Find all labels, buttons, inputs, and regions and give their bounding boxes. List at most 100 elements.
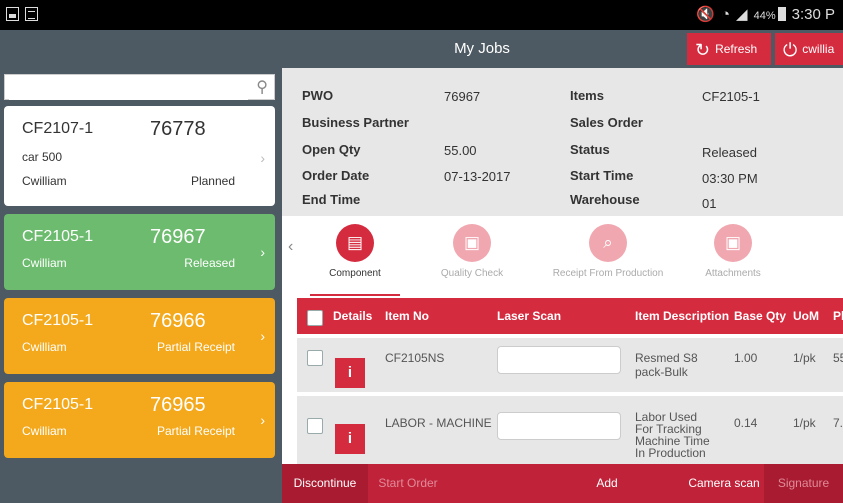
search-input[interactable] <box>9 76 248 100</box>
status-bar: 🔇 ◔ ◢ 44% 3:30 P <box>0 0 843 30</box>
tab-attachments[interactable]: ▣ Attachments <box>678 224 788 279</box>
uom: 1/pk <box>793 416 816 430</box>
item-no: LABOR - MACHINE <box>385 416 492 430</box>
info-button[interactable]: i <box>335 424 365 454</box>
sales-order-label: Sales Order <box>570 115 643 130</box>
col-laser-scan: Laser Scan <box>497 309 562 323</box>
job-number: 76778 <box>150 118 206 140</box>
end-time-label: End Time <box>302 192 361 207</box>
job-details: PWO 76967 Business Partner Open Qty 55.0… <box>282 68 843 216</box>
quality-check-icon: ▣ <box>453 224 491 262</box>
select-all-checkbox[interactable] <box>307 310 323 326</box>
job-status: Partial Receipt <box>156 340 235 354</box>
col-uom: UoM <box>793 309 819 323</box>
status-label: Status <box>570 142 610 157</box>
tab-receipt-from-production[interactable]: ⌕ Receipt From Production <box>544 224 672 279</box>
open-qty-label: Open Qty <box>302 142 361 157</box>
job-card[interactable]: CF2107-1 76778 car 500 › Cwilliam Planne… <box>4 106 275 206</box>
chevron-right-icon: › <box>260 150 265 166</box>
job-card[interactable]: CF2105-1 76965 Cwilliam Partial Receipt … <box>4 382 275 458</box>
pwo-value: 76967 <box>444 89 481 104</box>
job-list-panel: ⚲ CF2107-1 76778 car 500 › Cwilliam Plan… <box>0 68 282 464</box>
col-base-qty: Base Qty <box>734 309 787 323</box>
job-status: Planned <box>190 174 235 188</box>
job-card[interactable]: CF2105-1 76966 Cwilliam Partial Receipt … <box>4 298 275 374</box>
active-tab-indicator <box>310 294 400 296</box>
pwo-label: PWO <box>302 88 334 103</box>
job-status: Released <box>184 256 235 270</box>
table-row: i LABOR - MACHINE Labor Used For Trackin… <box>297 396 843 464</box>
uom: 1/pk <box>793 351 816 365</box>
order-date-label: Order Date <box>302 168 370 183</box>
table-row: i CF2105NS Resmed S8 pack-Bulk 1.00 1/pk… <box>297 338 843 392</box>
table-header: Details Item No Laser Scan Item Descript… <box>297 298 843 334</box>
wifi-icon: ◔ <box>720 6 731 23</box>
base-qty: 0.14 <box>734 416 758 430</box>
pl: 7. <box>833 416 843 430</box>
chevron-right-icon: › <box>260 244 265 260</box>
tab-component[interactable]: ▤ Component <box>300 224 410 279</box>
tab-label: Attachments <box>705 268 761 279</box>
user-power-button[interactable]: ⏻ cwillia <box>775 33 843 65</box>
job-number: 76967 <box>150 226 206 248</box>
job-number: 76965 <box>150 394 206 416</box>
pl: 55 <box>833 351 843 365</box>
job-code: CF2107-1 <box>22 120 94 137</box>
bottom-left-bar <box>0 464 282 503</box>
job-code: CF2105-1 <box>22 228 94 245</box>
refresh-button[interactable]: ↻ Refresh <box>687 33 771 65</box>
clock: 3:30 P <box>791 6 835 23</box>
job-number: 76966 <box>150 310 206 332</box>
tab-label: Receipt From Production <box>552 268 664 279</box>
job-code: CF2105-1 <box>22 312 94 329</box>
chevron-right-icon: › <box>260 412 265 428</box>
laser-scan-input[interactable] <box>497 412 621 440</box>
page-title: My Jobs <box>454 40 510 57</box>
info-button[interactable]: i <box>335 358 365 388</box>
user-label: cwillia <box>802 42 835 56</box>
job-user: Cwilliam <box>22 174 67 188</box>
discontinue-button[interactable]: Discontinue <box>282 464 368 503</box>
start-order-button[interactable]: Start Order <box>368 464 448 503</box>
tab-label: Component <box>329 268 381 279</box>
chevron-right-icon: › <box>260 328 265 344</box>
camera-scan-button[interactable]: Camera scan <box>684 464 764 503</box>
battery-percent: 44% <box>753 10 776 22</box>
col-details: Details <box>333 309 373 323</box>
signature-button[interactable]: Signature <box>764 464 843 503</box>
job-status: Partial Receipt <box>156 424 235 438</box>
items-label: Items <box>570 88 604 103</box>
warehouse-label: Warehouse <box>570 192 640 207</box>
item-no: CF2105NS <box>385 351 445 365</box>
job-card[interactable]: CF2105-1 76967 Cwilliam Released › <box>4 214 275 290</box>
tab-quality-check[interactable]: ▣ Quality Check <box>417 224 527 279</box>
col-item-description: Item Description <box>635 309 730 323</box>
laser-scan-input[interactable] <box>497 346 621 374</box>
status-value: Released <box>702 145 757 160</box>
document-icon <box>25 7 38 21</box>
add-button[interactable]: Add <box>582 464 632 503</box>
search-icon[interactable]: ⚲ <box>256 77 268 97</box>
component-icon: ▤ <box>336 224 374 262</box>
chevron-left-icon[interactable]: ‹ <box>288 238 293 256</box>
business-partner-label: Business Partner <box>302 115 409 130</box>
refresh-label: Refresh <box>715 42 758 56</box>
power-icon: ⏻ <box>783 40 798 60</box>
header-bar: My Jobs ↻ Refresh ⏻ cwillia <box>282 30 843 68</box>
start-time-value: 03:30 PM <box>702 171 758 186</box>
item-description: Resmed S8 pack-Bulk <box>635 351 698 379</box>
attachments-icon: ▣ <box>714 224 752 262</box>
base-qty: 1.00 <box>734 351 758 365</box>
row-checkbox[interactable] <box>307 418 323 434</box>
job-user: Cwilliam <box>22 256 67 270</box>
receipt-search-icon: ⌕ <box>589 224 627 262</box>
job-user: Cwilliam <box>22 424 67 438</box>
gallery-icon <box>6 7 19 21</box>
action-bar: Discontinue Start Order Add Camera scan … <box>282 464 843 503</box>
col-item-no: Item No <box>385 309 430 323</box>
job-product: car 500 <box>22 150 63 164</box>
row-checkbox[interactable] <box>307 350 323 366</box>
tab-label: Quality Check <box>440 268 504 279</box>
col-pl: Pl <box>833 309 843 323</box>
job-code: CF2105-1 <box>22 396 94 413</box>
